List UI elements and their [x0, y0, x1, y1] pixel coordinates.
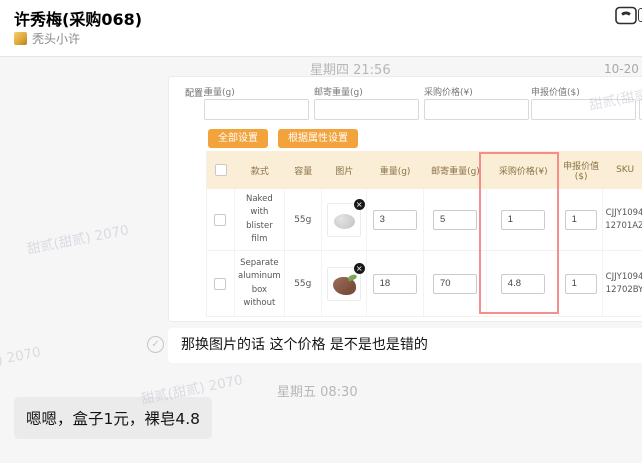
- variant-sku: CJJY109412702BY: [605, 271, 642, 295]
- filter-postal-weight: 邮寄重量(g): [314, 85, 419, 120]
- filter-declared-value: 申报价值($): [531, 85, 636, 120]
- watermark: 甜贰(甜贰) 2070: [25, 222, 131, 258]
- filter-weight-label: 重量(g): [204, 88, 235, 98]
- declared-value-input[interactable]: [564, 273, 597, 294]
- chat-title: 许秀梅(采购068): [14, 10, 143, 29]
- postal-weight-input[interactable]: [432, 209, 477, 230]
- read-status-icon: ✓: [147, 336, 164, 353]
- variant-table: 款式 容量 图片 重量(g) 邮寄重量(g) 采购价格(¥) 申报价值($) S…: [206, 151, 642, 317]
- screenshot-message[interactable]: 配置: 重量(g) 邮寄重量(g) 采购价格(¥) 申报价值($) 全部设置 根…: [168, 76, 642, 322]
- video-call-icon[interactable]: [615, 6, 638, 29]
- filter-postal-weight-label: 邮寄重量(g): [314, 88, 363, 98]
- variant-style: Naked with blister film: [245, 194, 273, 244]
- row-checkbox[interactable]: [214, 213, 227, 226]
- set-by-attribute-button[interactable]: 根据属性设置: [278, 129, 358, 148]
- header-purchase-price: 采购价格(¥): [498, 166, 548, 177]
- weight-input[interactable]: [372, 209, 417, 230]
- received-message-text: 嗯嗯，盒子1元，裸皂4.8: [26, 410, 201, 428]
- remove-image-icon[interactable]: ×: [353, 198, 365, 210]
- row-checkbox[interactable]: [214, 277, 227, 290]
- filter-purchase-price: 采购价格(¥): [424, 85, 529, 120]
- header-image: 图片: [335, 166, 354, 177]
- filter-declared-value-label: 申报价值($): [531, 88, 580, 98]
- header-declared-value: 申报价值($): [563, 161, 600, 182]
- leaf-shape: [347, 273, 358, 281]
- set-all-button[interactable]: 全部设置: [208, 129, 268, 148]
- variant-sku: CJJY109412701AZ: [605, 207, 642, 231]
- header-weight: 重量(g): [379, 166, 411, 177]
- variant-capacity: 55g: [285, 189, 322, 250]
- sent-message-text: 那换图片的话 这个价格 是不是也是错的: [181, 337, 428, 353]
- sent-message-bubble[interactable]: 那换图片的话 这个价格 是不是也是错的: [168, 328, 642, 363]
- variant-capacity: 55g: [285, 251, 322, 316]
- group-member-name: 秃头小许: [32, 31, 81, 46]
- cut-off-icon[interactable]: [638, 8, 642, 22]
- variant-style: Separate aluminum box without: [238, 258, 281, 308]
- postal-weight-input[interactable]: [432, 273, 477, 294]
- select-all-checkbox[interactable]: [214, 164, 227, 176]
- filter-weight: 重量(g): [204, 85, 309, 120]
- header-style: 款式: [250, 166, 269, 177]
- declared-value-input[interactable]: [564, 209, 597, 230]
- product-image-grey-soap[interactable]: ×: [326, 198, 365, 237]
- header-sku: SKU: [616, 165, 635, 175]
- chat-header: 许秀梅(采购068) 秃头小许: [0, 0, 642, 57]
- grey-soap-shape: [333, 213, 355, 229]
- product-image-brown-soap[interactable]: ×: [326, 262, 365, 301]
- purchase-price-input[interactable]: [500, 273, 545, 294]
- received-message-bubble[interactable]: 嗯嗯，盒子1元，裸皂4.8: [14, 397, 213, 439]
- group-member-avatar: [14, 31, 27, 45]
- filter-weight-input[interactable]: [204, 99, 309, 120]
- filter-purchase-price-input[interactable]: [424, 99, 529, 120]
- corner-timestamp: 10-20 2: [604, 62, 642, 76]
- purchase-price-input[interactable]: [500, 209, 545, 230]
- table-header-row: 款式 容量 图片 重量(g) 邮寄重量(g) 采购价格(¥) 申报价值($) S…: [207, 151, 642, 189]
- filter-purchase-price-label: 采购价格(¥): [424, 88, 473, 98]
- remove-image-icon[interactable]: ×: [353, 262, 365, 274]
- settings-label: 配置:: [185, 89, 207, 99]
- table-row: Naked with blister film 55g × CJJY109412…: [207, 189, 642, 251]
- weight-input[interactable]: [372, 273, 417, 294]
- header-postal-weight: 邮寄重量(g): [431, 166, 480, 177]
- watermark: 甜贰(甜贰) 2070: [0, 344, 43, 380]
- table-row: Separate aluminum box without 55g × CJJY…: [207, 251, 642, 317]
- timestamp-divider: 星期五 08:30: [277, 385, 358, 400]
- filter-postal-weight-input[interactable]: [314, 99, 419, 120]
- header-capacity: 容量: [294, 166, 313, 177]
- filter-declared-value-input[interactable]: [531, 99, 636, 120]
